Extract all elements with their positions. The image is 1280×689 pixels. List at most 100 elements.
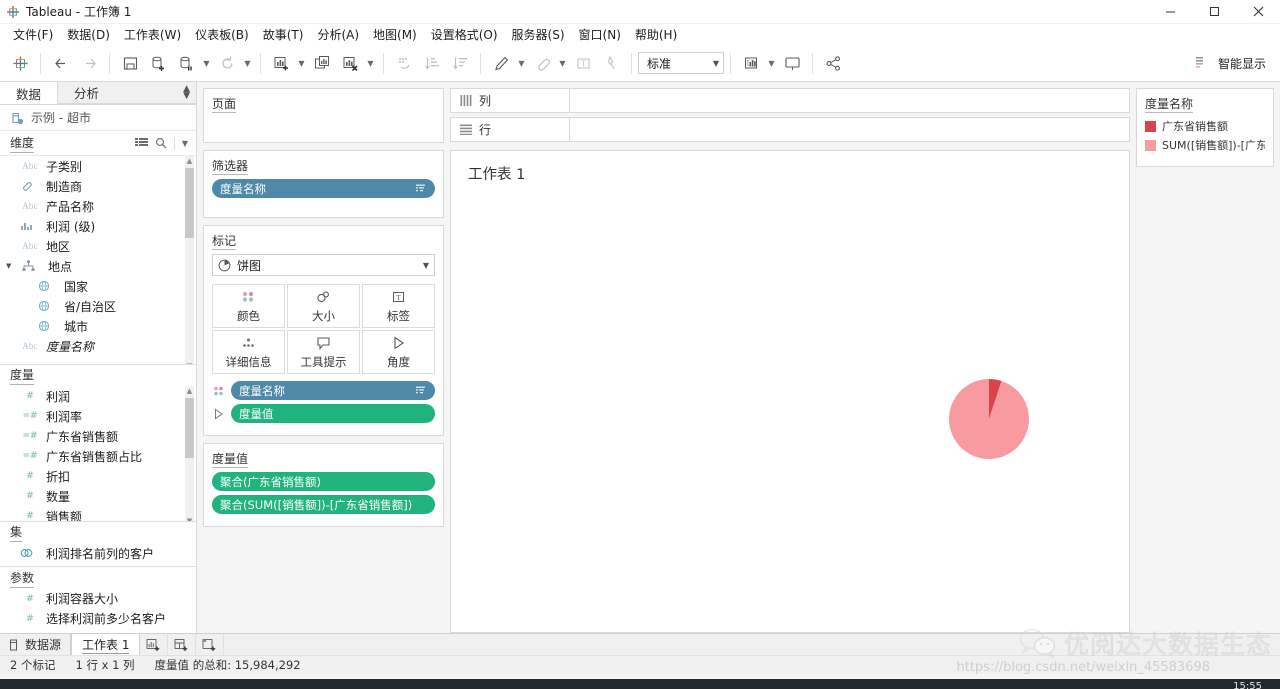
menu-map[interactable]: 地图(M) bbox=[366, 25, 424, 45]
menu-format[interactable]: 设置格式(O) bbox=[424, 25, 505, 45]
field-province[interactable]: 省/自治区 bbox=[0, 296, 196, 316]
field-guangdong-sales[interactable]: =# 广东省销售额 bbox=[0, 426, 196, 446]
share-button[interactable] bbox=[819, 49, 847, 77]
menu-file[interactable]: 文件(F) bbox=[6, 25, 60, 45]
color-icon[interactable] bbox=[212, 385, 226, 397]
minimize-button[interactable] bbox=[1148, 0, 1192, 24]
field-quantity[interactable]: # 数量 bbox=[0, 486, 196, 506]
marks-size-button[interactable]: 大小 bbox=[287, 284, 360, 328]
menu-dashboard[interactable]: 仪表板(B) bbox=[188, 25, 256, 45]
marks-color-button[interactable]: 颜色 bbox=[212, 284, 285, 328]
show-mark-labels-button[interactable]: T bbox=[569, 49, 597, 77]
marks-label-button[interactable]: T 标签 bbox=[362, 284, 435, 328]
field-product-name[interactable]: Abc 产品名称 bbox=[0, 196, 196, 216]
field-profit-bin[interactable]: 利润 (级) bbox=[0, 216, 196, 236]
scroll-down-arrow-icon[interactable]: ▼ bbox=[185, 516, 194, 521]
filter-pill-measure-names[interactable]: 度量名称 bbox=[212, 179, 435, 198]
tableau-home-button[interactable] bbox=[6, 49, 34, 77]
pause-dropdown-caret-icon[interactable]: ▼ bbox=[200, 49, 213, 77]
new-story-tab-button[interactable] bbox=[196, 634, 225, 655]
menu-server[interactable]: 服务器(S) bbox=[505, 25, 572, 45]
pie-chart[interactable] bbox=[948, 378, 1030, 460]
scroll-down-arrow-icon[interactable]: ▼ bbox=[185, 361, 194, 363]
datasource-tab[interactable]: 数据源 bbox=[0, 634, 72, 655]
menu-help[interactable]: 帮助(H) bbox=[628, 25, 684, 45]
clear-sheet-button[interactable] bbox=[336, 49, 364, 77]
field-location-hierarchy[interactable]: ▼ 地点 bbox=[0, 256, 196, 276]
sort-ascending-button[interactable] bbox=[418, 49, 446, 77]
mark-type-select[interactable]: 饼图 ▼ bbox=[212, 254, 435, 276]
fix-axes-button[interactable] bbox=[597, 49, 625, 77]
chevron-down-icon[interactable]: ▼ bbox=[6, 262, 16, 270]
legend-item[interactable]: 广东省销售额 bbox=[1145, 118, 1265, 134]
dimensions-scrollbar[interactable]: ▲ ▼ bbox=[185, 156, 194, 364]
field-measure-names[interactable]: Abc 度量名称 bbox=[0, 336, 196, 356]
field-discount[interactable]: # 折扣 bbox=[0, 466, 196, 486]
marks-pill-measure-names[interactable]: 度量名称 bbox=[231, 381, 435, 400]
group-dropdown-caret-icon[interactable]: ▼ bbox=[556, 49, 569, 77]
maximize-button[interactable] bbox=[1192, 0, 1236, 24]
presentation-mode-button[interactable] bbox=[778, 49, 806, 77]
marks-angle-button[interactable]: 角度 bbox=[362, 330, 435, 374]
search-icon[interactable] bbox=[155, 137, 167, 149]
field-manufacturer[interactable]: 制造商 bbox=[0, 176, 196, 196]
group-by-folder-icon[interactable] bbox=[134, 137, 148, 149]
new-worksheet-tab-button[interactable] bbox=[140, 634, 169, 655]
group-members-button[interactable] bbox=[528, 49, 556, 77]
measure-value-pill-0[interactable]: 聚合(广东省销售额) bbox=[212, 472, 435, 491]
measures-scrollbar[interactable]: ▲ ▼ bbox=[185, 386, 194, 522]
highlight-button[interactable] bbox=[487, 49, 515, 77]
refresh-button[interactable] bbox=[213, 49, 241, 77]
highlight-dropdown-caret-icon[interactable]: ▼ bbox=[515, 49, 528, 77]
swap-rows-columns-button[interactable] bbox=[390, 49, 418, 77]
field-profit-ratio[interactable]: =# 利润率 bbox=[0, 406, 196, 426]
legend-item[interactable]: SUM([销售额])-[广东... bbox=[1145, 137, 1265, 153]
fit-axis-button[interactable] bbox=[737, 49, 765, 77]
field-top-n-customers[interactable]: # 选择利润前多少名客户 bbox=[0, 609, 196, 629]
new-worksheet-button[interactable] bbox=[267, 49, 295, 77]
fit-dropdown-caret-icon[interactable]: ▼ bbox=[765, 49, 778, 77]
pages-body[interactable] bbox=[204, 117, 443, 125]
field-guangdong-sales-ratio[interactable]: =# 广东省销售额占比 bbox=[0, 446, 196, 466]
measure-value-pill-1[interactable]: 聚合(SUM([销售额])-[广东省销售额]) bbox=[212, 495, 435, 514]
forward-button[interactable] bbox=[75, 49, 103, 77]
scroll-up-arrow-icon[interactable]: ▲ bbox=[185, 156, 194, 166]
close-button[interactable] bbox=[1236, 0, 1280, 24]
field-country[interactable]: 国家 bbox=[0, 276, 196, 296]
new-sheet-dropdown-caret-icon[interactable]: ▼ bbox=[295, 49, 308, 77]
scroll-thumb[interactable] bbox=[185, 168, 194, 239]
marks-detail-button[interactable]: 详细信息 bbox=[212, 330, 285, 374]
field-city[interactable]: 城市 bbox=[0, 316, 196, 336]
new-data-source-button[interactable] bbox=[144, 49, 172, 77]
save-button[interactable] bbox=[116, 49, 144, 77]
menu-story[interactable]: 故事(T) bbox=[256, 25, 311, 45]
clear-dropdown-caret-icon[interactable]: ▼ bbox=[364, 49, 377, 77]
marks-pill-measure-values[interactable]: 度量值 bbox=[231, 404, 435, 423]
scroll-thumb[interactable] bbox=[185, 398, 194, 458]
sheet-tab-worksheet-1[interactable]: 工作表 1 bbox=[71, 634, 141, 655]
datasource-row[interactable]: 示例 - 超市 bbox=[0, 105, 196, 132]
fit-select[interactable]: 标准 ▼ bbox=[638, 52, 724, 74]
measure-values-body[interactable]: 聚合(广东省销售额) 聚合(SUM([销售额])-[广东省销售额]) bbox=[204, 472, 443, 526]
sort-toggle-icon[interactable]: ▲ ▼ bbox=[183, 84, 190, 100]
scroll-up-arrow-icon[interactable]: ▲ bbox=[185, 386, 194, 396]
worksheet-canvas[interactable]: 工作表 1 bbox=[450, 150, 1130, 633]
back-button[interactable] bbox=[47, 49, 75, 77]
new-dashboard-tab-button[interactable] bbox=[168, 634, 197, 655]
tab-analytics[interactable]: 分析 bbox=[57, 82, 116, 105]
rows-drop-zone[interactable] bbox=[570, 117, 1130, 142]
field-subcategory[interactable]: Abc 子类别 bbox=[0, 156, 196, 176]
filters-body[interactable]: 度量名称 bbox=[204, 179, 443, 210]
sort-descending-button[interactable] bbox=[446, 49, 474, 77]
menu-data[interactable]: 数据(D) bbox=[60, 25, 117, 45]
refresh-dropdown-caret-icon[interactable]: ▼ bbox=[241, 49, 254, 77]
menu-analysis[interactable]: 分析(A) bbox=[310, 25, 366, 45]
duplicate-sheet-button[interactable] bbox=[308, 49, 336, 77]
angle-icon[interactable] bbox=[212, 408, 226, 420]
field-top-customers-by-profit[interactable]: 利润排名前列的客户 bbox=[0, 543, 196, 563]
pause-auto-update-button[interactable] bbox=[172, 49, 200, 77]
field-profit-bin-size[interactable]: # 利润容器大小 bbox=[0, 589, 196, 609]
field-region[interactable]: Abc 地区 bbox=[0, 236, 196, 256]
field-profit[interactable]: # 利润 bbox=[0, 386, 196, 406]
menu-worksheet[interactable]: 工作表(W) bbox=[117, 25, 188, 45]
